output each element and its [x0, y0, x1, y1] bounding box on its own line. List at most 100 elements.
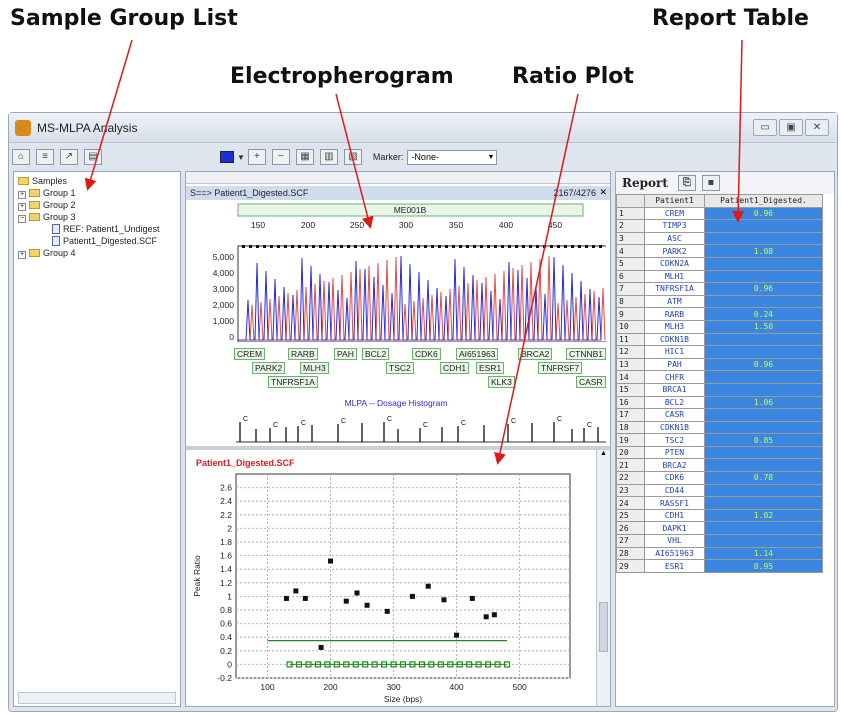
probe-label[interactable]: TNFRSF7	[538, 362, 583, 374]
print-icon[interactable]: ▤	[84, 149, 102, 165]
value-cell[interactable]	[704, 332, 823, 347]
tree-root[interactable]: Samples	[18, 175, 67, 187]
row-number-cell[interactable]: 6	[616, 269, 645, 284]
expand-icon[interactable]: +	[18, 251, 26, 259]
gene-cell[interactable]: HIC1	[644, 345, 705, 359]
row-number-cell[interactable]: 25	[616, 508, 645, 523]
table-row[interactable]: 10 MLH3 1.50	[616, 319, 823, 334]
probe-label[interactable]: CASR	[576, 376, 606, 388]
row-number-cell[interactable]: 1	[616, 206, 645, 221]
row-number-cell[interactable]: 3	[616, 231, 645, 246]
table-row[interactable]: 4 PARK2 1.08	[616, 244, 823, 258]
maximize-button[interactable]: ▣	[779, 119, 803, 136]
gene-cell[interactable]: ASC	[644, 231, 705, 246]
probe-label[interactable]: TSC2	[386, 362, 414, 374]
value-cell[interactable]: 1.08	[704, 244, 823, 258]
probe-label[interactable]: BCL2	[362, 348, 390, 360]
row-number-cell[interactable]: 23	[616, 483, 645, 498]
ratio-plot[interactable]: -0.2 0 0.2 0.4 0.6 0.8 1 1.2 1.4 1.6 1.8 2 2.2 2.4 2.6…	[186, 468, 594, 707]
table-row[interactable]: 7 TNFRSF1A 0.96	[616, 282, 823, 296]
expand-icon[interactable]: +	[18, 191, 26, 199]
horizontal-scrollbar[interactable]	[18, 692, 176, 704]
data-point[interactable]	[409, 593, 415, 599]
gene-cell[interactable]: ESR1	[644, 559, 705, 573]
probe-label[interactable]: PAH	[334, 348, 357, 360]
row-number-cell[interactable]: 24	[616, 496, 645, 510]
table-row[interactable]: 28 AI651963 1.14	[616, 546, 823, 561]
table-row[interactable]: 5 CDKN2A	[616, 256, 823, 271]
row-number-cell[interactable]: 17	[616, 408, 645, 422]
probe-label[interactable]: CDK6	[412, 348, 441, 360]
tree-item-group-1[interactable]: + Group 1	[18, 187, 76, 199]
electropherogram[interactable]: ME001B 150 200 250 300 350 400 450 5,000 4,000 3…	[186, 202, 606, 342]
gene-cell[interactable]: CDKN1B	[644, 332, 705, 347]
row-number-cell[interactable]: 7	[616, 282, 645, 296]
table-row[interactable]: 23 CD44	[616, 483, 823, 498]
import-icon[interactable]: ≡	[36, 149, 54, 165]
grid-icon[interactable]: ▥	[319, 149, 338, 165]
gene-cell[interactable]: TNFRSF1A	[644, 282, 705, 296]
probe-label[interactable]: KLK3	[488, 376, 515, 388]
save-icon[interactable]: ▪	[701, 175, 720, 191]
gene-cell[interactable]: CDK6	[644, 471, 705, 485]
table-row[interactable]: 27 VHL	[616, 534, 823, 548]
gene-cell[interactable]: MLH1	[644, 269, 705, 284]
scroll-up-icon[interactable]: ▲	[597, 450, 610, 462]
gene-cell[interactable]: CHFR	[644, 370, 705, 384]
gene-cell[interactable]: DAPK1	[644, 521, 705, 536]
data-point[interactable]	[318, 644, 324, 650]
row-number-cell[interactable]: 4	[616, 244, 645, 258]
electro-close-icon[interactable]: ✕	[599, 187, 607, 198]
gene-cell[interactable]: BRCA1	[644, 382, 705, 397]
row-number-cell[interactable]: 21	[616, 458, 645, 473]
tree-item-group-4[interactable]: + Group 4	[18, 247, 76, 259]
table-row[interactable]: 1 CREM 0.96	[616, 206, 823, 221]
gene-cell[interactable]: PAH	[644, 357, 705, 372]
probe-label[interactable]: TNFRSF1A	[268, 376, 318, 388]
marker-select[interactable]: -None- ▼	[407, 149, 498, 165]
data-point[interactable]	[441, 597, 447, 603]
probe-label[interactable]: ESR1	[476, 362, 505, 374]
table-row[interactable]: 11 CDKN1B	[616, 332, 823, 347]
probe-label[interactable]: AI651963	[456, 348, 499, 360]
collapse-icon[interactable]: −	[18, 215, 26, 223]
zoom-out-icon[interactable]: −	[271, 149, 290, 165]
row-number-cell[interactable]: 16	[616, 395, 645, 410]
value-cell[interactable]	[704, 231, 823, 246]
data-point[interactable]	[454, 632, 460, 638]
column-header-gene[interactable]: Patient1	[644, 194, 705, 208]
data-point[interactable]	[491, 612, 497, 618]
value-cell[interactable]	[704, 458, 823, 473]
data-point[interactable]	[425, 583, 431, 589]
gene-cell[interactable]: VHL	[644, 534, 705, 548]
row-number-cell[interactable]: 11	[616, 332, 645, 347]
probe-label[interactable]: BRCA2	[518, 348, 553, 360]
table-row[interactable]: 15 BRCA1	[616, 382, 823, 397]
table-row[interactable]: 2 TIMP3	[616, 219, 823, 233]
value-cell[interactable]: 1.06	[704, 395, 823, 410]
value-cell[interactable]	[704, 269, 823, 284]
value-cell[interactable]: 0.96	[704, 282, 823, 296]
panel-divider[interactable]	[186, 446, 610, 450]
gene-cell[interactable]: RASSF1	[644, 496, 705, 510]
row-number-cell[interactable]: 14	[616, 370, 645, 384]
gene-cell[interactable]: CDH1	[644, 508, 705, 523]
gene-cell[interactable]: CASR	[644, 408, 705, 422]
data-point[interactable]	[354, 590, 360, 596]
row-number-cell[interactable]: 13	[616, 357, 645, 372]
table-row[interactable]: 19 TSC2 0.85	[616, 433, 823, 447]
value-cell[interactable]	[704, 521, 823, 536]
value-cell[interactable]	[704, 345, 823, 359]
table-row[interactable]: 21 BRCA2	[616, 458, 823, 473]
table-row[interactable]: 8 ATM	[616, 294, 823, 309]
table-row[interactable]: 12 HIC1	[616, 345, 823, 359]
table-row[interactable]: 25 CDH1 1.02	[616, 508, 823, 523]
row-number-cell[interactable]: 5	[616, 256, 645, 271]
open-folder-icon[interactable]: ⌂	[12, 149, 30, 165]
probe-label[interactable]: CDH1	[440, 362, 470, 374]
probe-label[interactable]: CREM	[234, 348, 266, 360]
gene-cell[interactable]: AI651963	[644, 546, 705, 561]
row-number-cell[interactable]: 27	[616, 534, 645, 548]
gene-cell[interactable]: TSC2	[644, 433, 705, 447]
data-point[interactable]	[283, 595, 289, 601]
